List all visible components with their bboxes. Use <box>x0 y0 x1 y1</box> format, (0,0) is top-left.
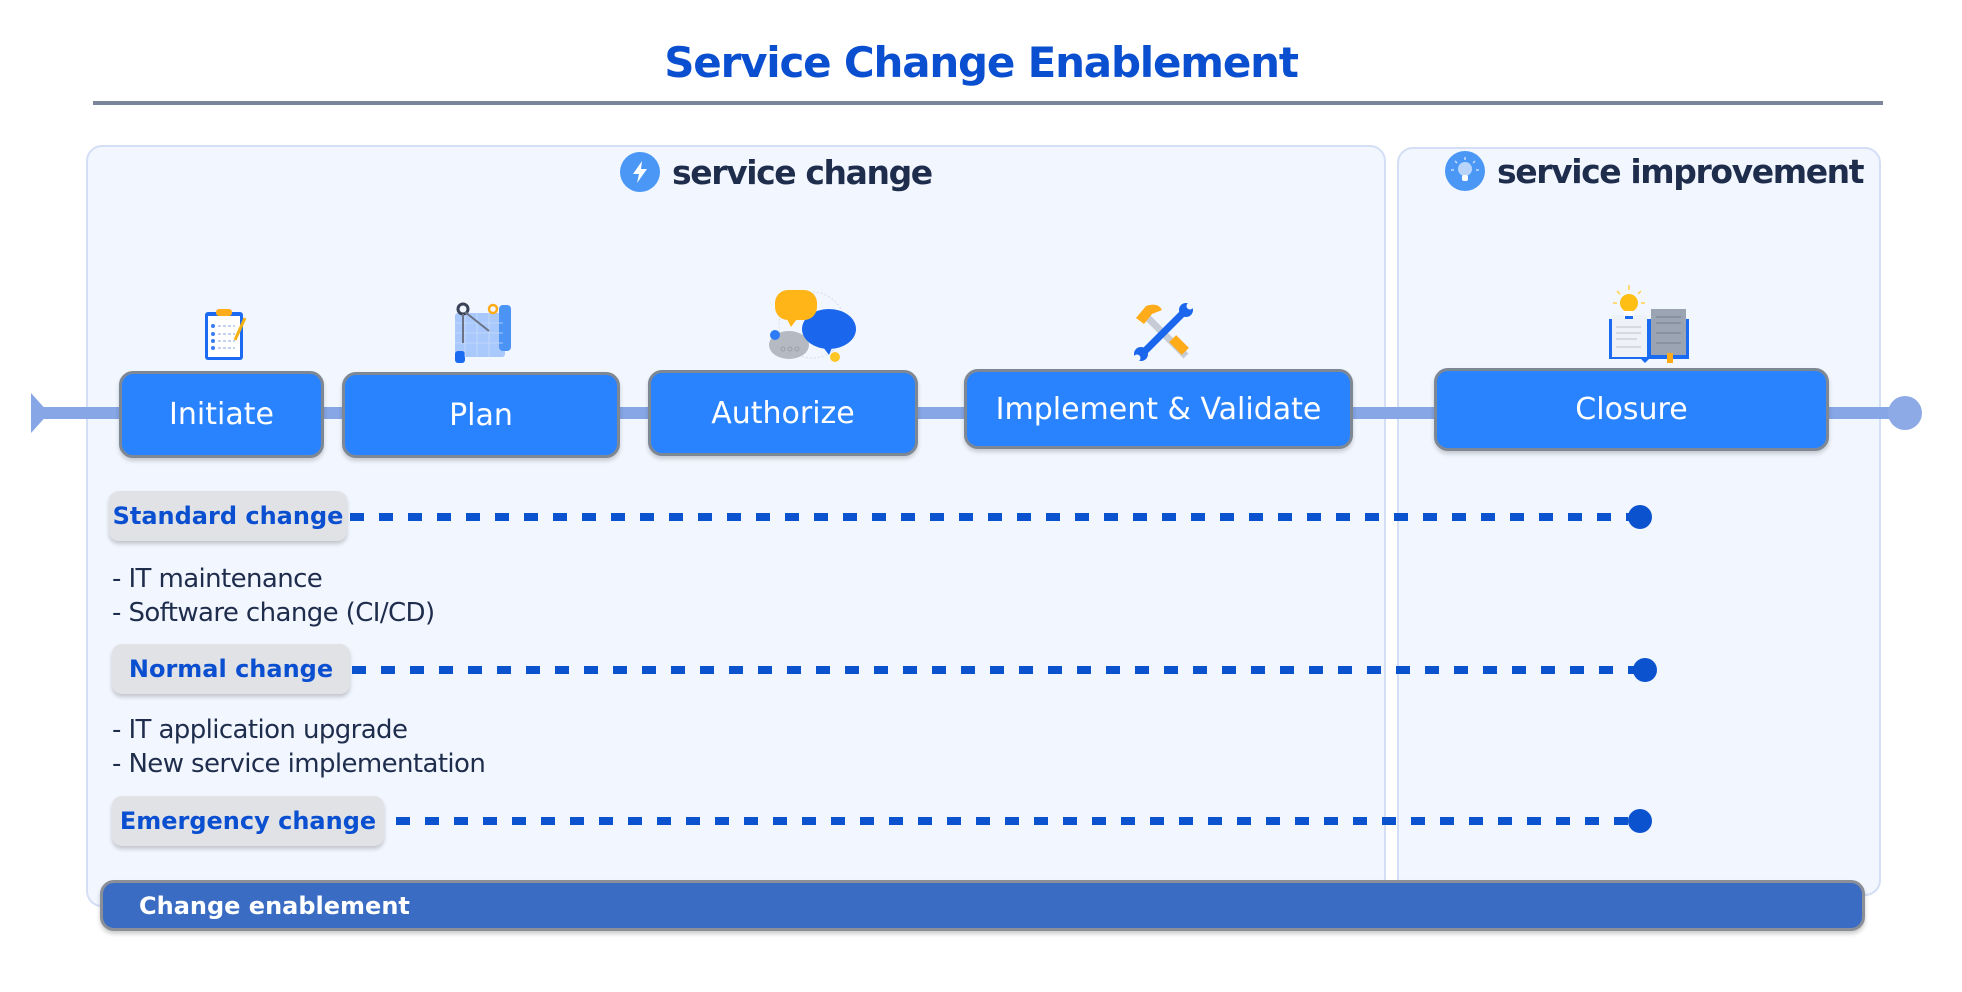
lightbulb-icon <box>1445 151 1485 191</box>
stage-closure-label: Closure <box>1575 392 1688 427</box>
hammer-wrench-icon <box>1132 300 1196 362</box>
standard-change-examples: - IT maintenance - Software change (CI/C… <box>112 562 435 630</box>
normal-change-examples: - IT application upgrade - New service i… <box>112 713 486 781</box>
timeline-start-arrow <box>31 393 49 433</box>
service-change-header: service change <box>620 152 933 192</box>
emergency-change-label: Emergency change <box>119 807 377 835</box>
stage-authorize-label: Authorize <box>711 395 855 431</box>
stage-closure[interactable]: Closure <box>1434 368 1829 451</box>
standard-change-end-dot <box>1628 505 1652 529</box>
emergency-change-end-dot <box>1628 809 1652 833</box>
standard-change-tag[interactable]: Standard change <box>109 491 347 541</box>
service-improvement-header: service improvement <box>1445 151 1865 191</box>
lightning-icon <box>620 152 660 192</box>
normal-change-tag[interactable]: Normal change <box>112 644 350 694</box>
timeline-end-dot <box>1888 396 1922 430</box>
stage-implement-validate[interactable]: Implement & Validate <box>964 369 1353 449</box>
title-divider <box>93 101 1883 105</box>
page-title: Service Change Enablement <box>664 38 1299 87</box>
stage-authorize[interactable]: Authorize <box>648 370 918 456</box>
blueprint-compass-icon <box>453 295 513 363</box>
chat-bubbles-icon <box>767 285 857 363</box>
example-item: - Software change (CI/CD) <box>112 598 435 628</box>
standard-change-label: Standard change <box>112 502 344 530</box>
change-enablement-label: Change enablement <box>139 891 410 920</box>
example-item: - New service implementation <box>112 749 486 779</box>
stage-initiate[interactable]: Initiate <box>119 371 324 458</box>
emergency-change-path <box>396 817 1636 825</box>
service-change-label: service change <box>672 152 933 192</box>
book-lightbulb-icon <box>1607 283 1691 363</box>
normal-change-end-dot <box>1633 658 1657 682</box>
emergency-change-tag[interactable]: Emergency change <box>112 796 384 846</box>
example-item: - IT maintenance <box>112 564 323 594</box>
stage-initiate-label: Initiate <box>169 397 274 432</box>
standard-change-path <box>350 513 1640 521</box>
normal-change-path <box>352 666 1642 674</box>
clipboard-checklist-icon <box>203 300 249 362</box>
service-improvement-label: service improvement <box>1497 151 1865 191</box>
stage-implement-validate-label: Implement & Validate <box>995 391 1322 427</box>
normal-change-label: Normal change <box>128 655 334 683</box>
stage-plan[interactable]: Plan <box>342 372 620 458</box>
change-enablement-bar: Change enablement <box>100 880 1865 931</box>
example-item: - IT application upgrade <box>112 715 408 745</box>
stage-plan-label: Plan <box>449 397 513 433</box>
